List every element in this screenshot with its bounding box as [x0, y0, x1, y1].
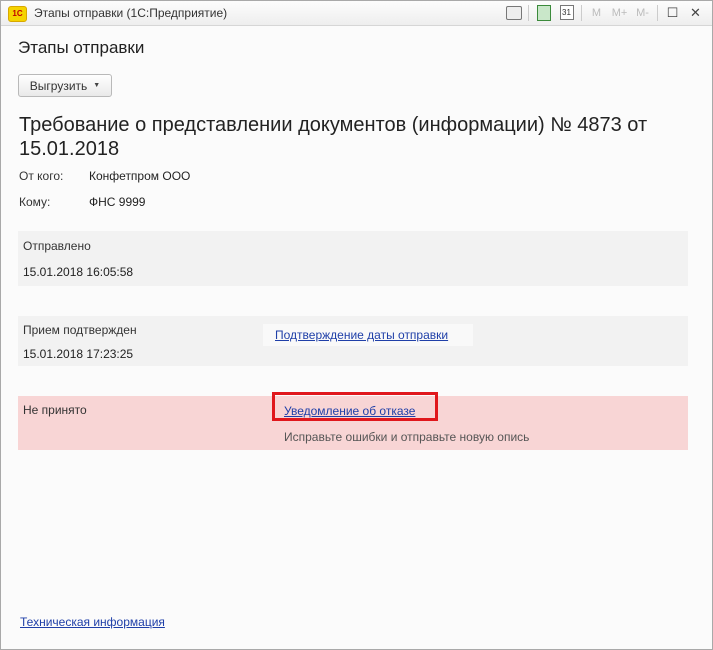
calendar-icon[interactable]: 31: [558, 4, 575, 21]
stage-panel-confirmed: Прием подтвержден 15.01.2018 17:23:25 По…: [18, 316, 688, 366]
document-title: Требование о представлении документов (и…: [19, 114, 648, 160]
memory-m-button[interactable]: M: [588, 4, 605, 21]
restore-window-icon[interactable]: ☐: [664, 4, 681, 21]
stage-status: Отправлено: [23, 239, 91, 253]
export-dropdown-button[interactable]: Выгрузить ▼: [18, 74, 112, 97]
toolbar-separator: [657, 4, 658, 21]
stages-window: 1С Этапы отправки (1С:Предприятие) 31 M …: [0, 0, 713, 650]
from-label: От кого:: [19, 169, 64, 183]
stage-panel-sent: Отправлено 15.01.2018 16:05:58: [18, 231, 688, 286]
stage-status: Не принято: [23, 403, 87, 417]
chevron-down-icon: ▼: [93, 82, 101, 89]
technical-info-link[interactable]: Техническая информация: [20, 615, 165, 629]
1c-logo-icon: 1С: [8, 6, 27, 22]
stage-date: 15.01.2018 17:23:25: [23, 347, 134, 361]
close-icon[interactable]: ✕: [687, 4, 704, 21]
from-value: Конфетпром ООО: [89, 169, 191, 183]
to-label: Кому:: [19, 195, 51, 209]
rejection-note: Исправьте ошибки и отправьте новую опись: [284, 430, 530, 444]
title-bar: 1С Этапы отправки (1С:Предприятие) 31 M …: [1, 1, 712, 26]
memory-m-minus-button[interactable]: M-: [634, 4, 651, 21]
highlight-frame: [272, 392, 438, 421]
to-value: ФНС 9999: [89, 195, 146, 209]
window-title: Этапы отправки (1С:Предприятие): [34, 6, 228, 20]
print-icon[interactable]: [505, 4, 522, 21]
toolbar-separator: [581, 4, 582, 21]
send-date-confirmation-link[interactable]: Подтверждение даты отправки: [275, 328, 448, 342]
form-heading: Этапы отправки: [18, 38, 145, 57]
toolbar-separator: [528, 4, 529, 21]
calculator-icon[interactable]: [535, 4, 552, 21]
memory-m-plus-button[interactable]: M+: [611, 4, 628, 21]
stage-date: 15.01.2018 16:05:58: [23, 265, 134, 279]
title-bar-toolbar: 31 M M+ M- ☐ ✕: [499, 4, 704, 21]
export-button-label: Выгрузить: [29, 78, 88, 93]
stage-status: Прием подтвержден: [23, 323, 137, 337]
